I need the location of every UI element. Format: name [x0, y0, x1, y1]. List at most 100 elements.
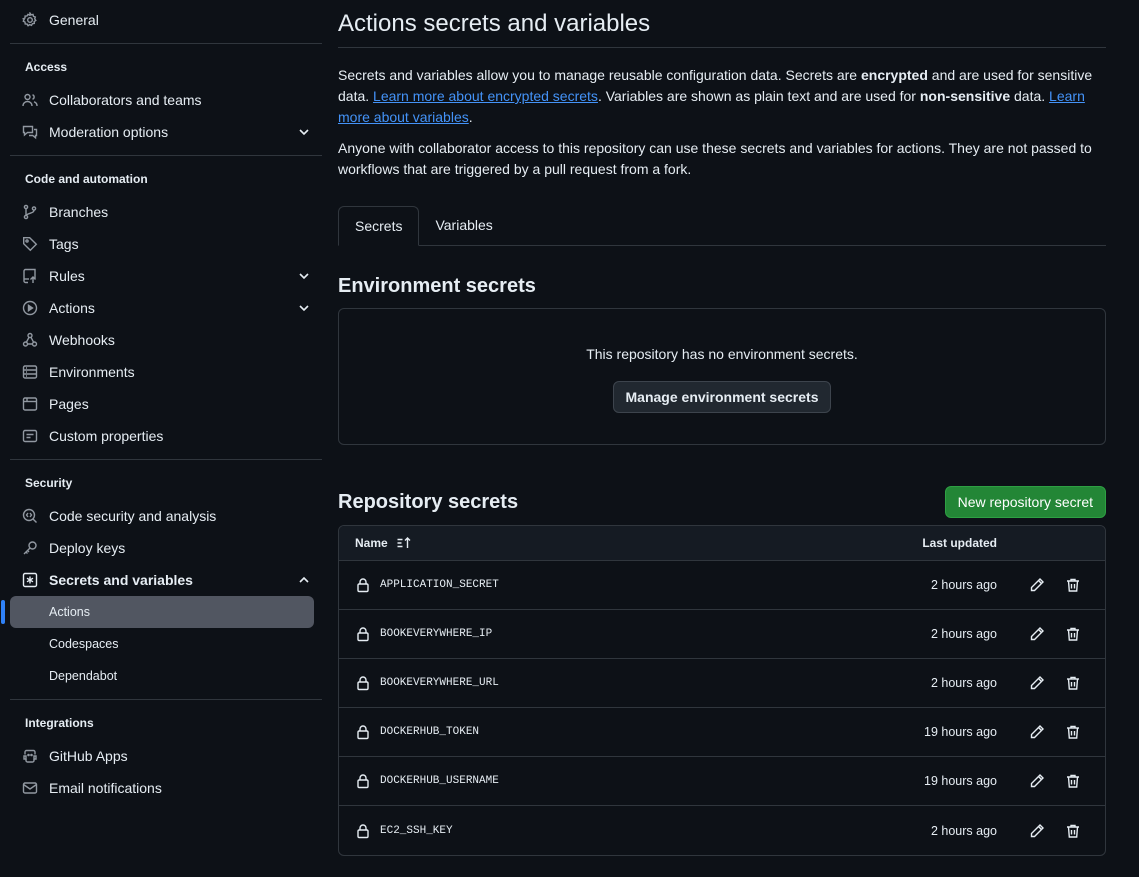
sidebar-item-pages[interactable]: Pages [10, 388, 322, 420]
table-row: BOOKEVERYWHERE_IP 2 hours ago [339, 610, 1105, 659]
secret-name: BOOKEVERYWHERE_URL [380, 677, 499, 689]
gear-icon [22, 12, 38, 28]
secret-name-cell: APPLICATION_SECRET [339, 577, 899, 593]
description-text: . Variables are shown as plain text and … [597, 88, 920, 104]
sidebar-item-label: Branches [49, 204, 109, 220]
trash-icon[interactable] [1065, 577, 1081, 593]
sidebar-divider [10, 459, 322, 460]
description-text: data. [1010, 88, 1050, 104]
sidebar-item-custom-properties[interactable]: Custom properties [10, 420, 322, 452]
sidebar-item-label: Secrets and variables [49, 572, 193, 588]
sidebar-item-label: GitHub Apps [49, 748, 128, 764]
trash-icon[interactable] [1065, 724, 1081, 740]
key-icon [22, 540, 38, 556]
secret-updated: 2 hours ago [930, 578, 997, 592]
learn-more-secrets-link[interactable]: Learn more about encrypted secrets [373, 88, 598, 104]
sort-icon[interactable] [396, 535, 412, 551]
browser-icon [22, 396, 38, 412]
table-row: EC2_SSH_KEY 2 hours ago [339, 806, 1105, 855]
tab-secrets[interactable]: Secrets [338, 206, 420, 246]
secrets-list: APPLICATION_SECRET 2 hours ago BOOKEVERYWH… [339, 561, 1105, 855]
column-name-label: Name [355, 536, 388, 550]
chevron-down-icon[interactable] [296, 300, 312, 316]
secret-name: APPLICATION_SECRET [380, 579, 499, 591]
secrets-table: Name Last updated APPLICATION_SECRET 2 ho… [338, 525, 1106, 856]
sidebar-item-moderation[interactable]: Moderation options [10, 116, 322, 148]
sidebar-item-tags[interactable]: Tags [10, 228, 322, 260]
sidebar-subitem-actions[interactable]: Actions [10, 596, 314, 628]
collaborator-note: Anyone with collaborator access to this … [338, 140, 1092, 177]
sidebar-item-branches[interactable]: Branches [10, 196, 322, 228]
trash-icon[interactable] [1065, 626, 1081, 642]
lock-icon [355, 823, 371, 839]
manage-environment-secrets-button[interactable]: Manage environment secrets [612, 381, 832, 413]
lock-icon [355, 577, 371, 593]
trash-icon[interactable] [1065, 823, 1081, 839]
sidebar-subitem-codespaces[interactable]: Codespaces [10, 628, 314, 660]
sidebar-item-rules[interactable]: Rules [10, 260, 322, 292]
sidebar-item-webhooks[interactable]: Webhooks [10, 324, 322, 356]
table-row: DOCKERHUB_TOKEN 19 hours ago [339, 708, 1105, 757]
description-bold: encrypted [860, 67, 928, 83]
mail-icon [22, 780, 38, 796]
sidebar-divider [10, 155, 322, 156]
sidebar-item-collaborators[interactable]: Collaborators and teams [10, 84, 322, 116]
sidebar-item-github-apps[interactable]: GitHub Apps [10, 740, 322, 772]
sidebar-item-label: Email notifications [49, 780, 162, 796]
pencil-icon[interactable] [1029, 626, 1045, 642]
pencil-icon[interactable] [1029, 675, 1045, 691]
sidebar-subitem-label: Actions [49, 605, 90, 619]
page-title: Actions secrets and variables [338, 0, 1106, 48]
description-text: . [468, 109, 473, 125]
lock-icon [355, 675, 371, 691]
pencil-icon[interactable] [1029, 724, 1045, 740]
pencil-icon[interactable] [1029, 823, 1045, 839]
table-header: Name Last updated [339, 526, 1105, 561]
secret-name: EC2_SSH_KEY [380, 824, 453, 837]
tab-variables[interactable]: Variables [419, 205, 508, 245]
pencil-icon[interactable] [1029, 773, 1045, 789]
sidebar-divider [10, 699, 322, 700]
sidebar-subitem-dependabot[interactable]: Dependabot [10, 660, 314, 692]
git-branch-icon [22, 204, 38, 220]
secret-name-cell: BOOKEVERYWHERE_URL [339, 675, 899, 691]
asterisk-icon [22, 572, 38, 588]
section-heading-integrations: Integrations [25, 716, 94, 730]
sidebar-item-code-security[interactable]: Code security and analysis [10, 500, 322, 532]
sidebar-item-label: General [49, 12, 99, 28]
column-header-name[interactable]: Name [339, 535, 899, 551]
sidebar-item-environments[interactable]: Environments [10, 356, 322, 388]
pencil-icon[interactable] [1029, 577, 1045, 593]
empty-state-text: This repository has no environment secre… [586, 346, 858, 362]
repository-secrets-header: Repository secrets New repository secret [338, 485, 1106, 519]
secret-updated: 19 hours ago [924, 725, 997, 739]
chevron-down-icon[interactable] [296, 268, 312, 284]
secret-actions [997, 773, 1105, 789]
sidebar-item-label: Moderation options [49, 124, 169, 140]
chevron-down-icon[interactable] [296, 124, 312, 140]
tag-icon [22, 236, 38, 252]
sidebar-item-email-notifications[interactable]: Email notifications [10, 772, 322, 804]
apps-icon [22, 748, 38, 764]
sidebar-item-deploy-keys[interactable]: Deploy keys [10, 532, 322, 564]
description-text: Secrets and variables allow you to manag… [338, 67, 861, 83]
sidebar-item-secrets-variables[interactable]: Secrets and variables [10, 564, 322, 596]
sidebar-item-actions[interactable]: Actions [10, 292, 322, 324]
secret-updated: 2 hours ago [930, 627, 997, 641]
new-repository-secret-button[interactable]: New repository secret [944, 486, 1106, 518]
sidebar-subitem-label: Dependabot [49, 669, 118, 683]
trash-icon[interactable] [1065, 675, 1081, 691]
sidebar-item-general[interactable]: General [10, 4, 322, 36]
chevron-up-icon[interactable] [296, 572, 312, 588]
table-row: DOCKERHUB_USERNAME 19 hours ago [339, 757, 1105, 806]
lock-icon [355, 724, 371, 740]
sidebar-subitem-label: Codespaces [49, 637, 119, 651]
codescan-icon [22, 508, 38, 524]
sidebar-item-label: Webhooks [49, 332, 115, 348]
trash-icon[interactable] [1065, 773, 1081, 789]
play-icon [22, 300, 38, 316]
environment-secrets-heading: Environment secrets [338, 275, 536, 297]
secret-updated: 19 hours ago [924, 774, 997, 788]
webhook-icon [22, 332, 38, 348]
active-indicator [1, 600, 5, 624]
